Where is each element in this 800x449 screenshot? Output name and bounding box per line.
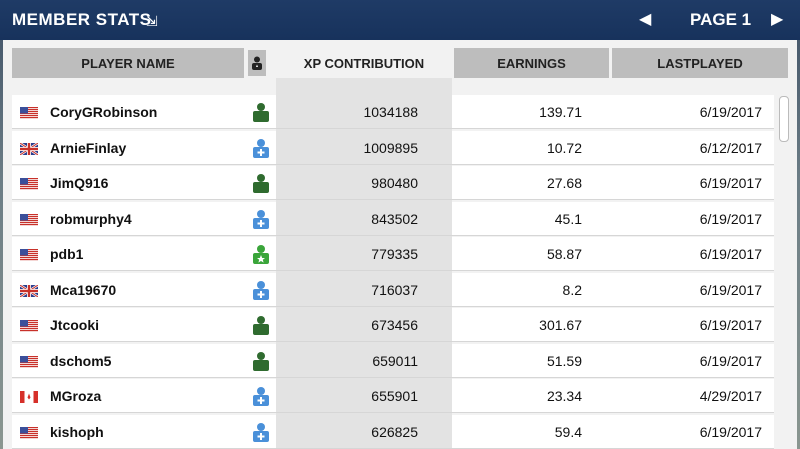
- xp-contribution: 716037: [371, 281, 418, 298]
- xp-cell-bg: [276, 379, 452, 413]
- earnings: 10.72: [546, 139, 582, 156]
- earnings: 51.59: [546, 352, 582, 369]
- recruit-icon: [252, 386, 270, 406]
- us-flag-icon: [20, 355, 38, 368]
- xp-contribution: 673456: [371, 317, 418, 333]
- xp-cell-bg: [276, 166, 452, 200]
- player-name[interactable]: CoryGRobinson: [50, 104, 157, 120]
- xp-cell-bg: [276, 237, 452, 271]
- row-divider: [12, 128, 774, 129]
- us-flag-icon: [20, 248, 38, 261]
- last-played: 6/19/2017: [699, 104, 762, 120]
- uk-flag-icon: [19, 283, 39, 298]
- xp-cell-bg: [276, 308, 452, 342]
- recruit-icon: [252, 280, 270, 300]
- member-list: CoryGRobinson 1034188 139.71 6/19/2017 Arnie…: [0, 0, 800, 449]
- row-divider: [12, 234, 774, 236]
- us-flag-icon: [20, 177, 38, 190]
- xp-contribution: 1034188: [363, 104, 418, 120]
- table-row[interactable]: pdb1 779335 58.87 6/19/2017: [12, 237, 774, 271]
- table-row[interactable]: Jtcooki 673456 301.67 6/19/2017: [12, 308, 774, 342]
- player-name[interactable]: Mca19670: [50, 282, 116, 298]
- row-divider: [12, 270, 774, 271]
- last-played: 4/29/2017: [699, 388, 762, 404]
- table-row[interactable]: MGroza 655901 23.34 4/29/2017: [12, 379, 774, 413]
- row-divider: [12, 305, 774, 307]
- row-divider: [12, 412, 774, 413]
- xp-contribution: 843502: [371, 210, 418, 227]
- earnings: 23.34: [546, 388, 582, 404]
- last-played: 6/19/2017: [699, 175, 762, 191]
- last-played: 6/19/2017: [699, 210, 762, 227]
- xp-contribution: 779335: [371, 246, 418, 262]
- ca-flag-icon: [20, 390, 38, 403]
- player-name[interactable]: Jtcooki: [50, 317, 99, 333]
- last-played: 6/19/2017: [699, 352, 762, 369]
- xp-contribution: 655901: [371, 388, 418, 404]
- row-divider: [12, 163, 774, 165]
- recruit-icon: [252, 422, 270, 442]
- xp-contribution: 980480: [371, 175, 418, 191]
- table-row[interactable]: ArnieFinlay 1009895 10.72 6/12/2017: [12, 130, 774, 165]
- us-flag-icon: [20, 106, 38, 119]
- earnings: 58.87: [546, 246, 582, 262]
- xp-cell-bg: [276, 272, 452, 307]
- uk-flag-icon: [19, 141, 39, 156]
- row-divider: [12, 447, 774, 449]
- table-row[interactable]: robmurphy4 843502 45.1 6/19/2017: [12, 201, 774, 236]
- table-row[interactable]: JimQ916 980480 27.68 6/19/2017: [12, 166, 774, 200]
- xp-contribution: 626825: [371, 423, 418, 440]
- member-icon: [252, 351, 270, 371]
- row-divider: [12, 199, 774, 200]
- earnings: 59.4: [554, 423, 582, 440]
- row-divider: [12, 341, 774, 342]
- scrollbar[interactable]: [779, 96, 789, 142]
- player-name[interactable]: dschom5: [50, 353, 111, 369]
- member-icon: [252, 102, 270, 122]
- last-played: 6/19/2017: [699, 317, 762, 333]
- xp-contribution: 1009895: [363, 139, 418, 156]
- player-name[interactable]: MGroza: [50, 388, 101, 404]
- last-played: 6/19/2017: [699, 246, 762, 262]
- recruit-icon: [252, 209, 270, 229]
- player-name[interactable]: pdb1: [50, 246, 83, 262]
- recruit-icon: [252, 138, 270, 158]
- earnings: 27.68: [546, 175, 582, 191]
- member-icon: [252, 173, 270, 193]
- us-flag-icon: [20, 319, 38, 332]
- xp-contribution: 659011: [372, 352, 418, 369]
- table-row[interactable]: dschom5 659011 51.59 6/19/2017: [12, 343, 774, 378]
- table-row[interactable]: CoryGRobinson 1034188 139.71 6/19/2017: [12, 95, 774, 129]
- player-name[interactable]: kishoph: [50, 424, 104, 440]
- xp-cell-bg: [276, 414, 452, 449]
- last-played: 6/12/2017: [699, 139, 762, 156]
- player-name[interactable]: robmurphy4: [50, 211, 132, 227]
- last-played: 6/19/2017: [699, 281, 762, 298]
- xp-cell-bg: [276, 201, 452, 236]
- us-flag-icon: [20, 426, 38, 439]
- xp-cell-bg: [276, 343, 452, 378]
- us-flag-icon: [20, 213, 38, 226]
- table-row[interactable]: Mca19670 716037 8.2 6/19/2017: [12, 272, 774, 307]
- last-played: 6/19/2017: [699, 423, 762, 440]
- earnings: 139.71: [539, 104, 582, 120]
- player-name[interactable]: ArnieFinlay: [50, 140, 126, 156]
- member-icon: [252, 315, 270, 335]
- leader-icon: [252, 244, 270, 264]
- earnings: 301.67: [539, 317, 582, 333]
- earnings: 45.1: [554, 210, 582, 227]
- row-divider: [12, 376, 774, 378]
- table-row[interactable]: kishoph 626825 59.4 6/19/2017: [12, 414, 774, 449]
- player-name[interactable]: JimQ916: [50, 175, 108, 191]
- earnings: 8.2: [562, 281, 582, 298]
